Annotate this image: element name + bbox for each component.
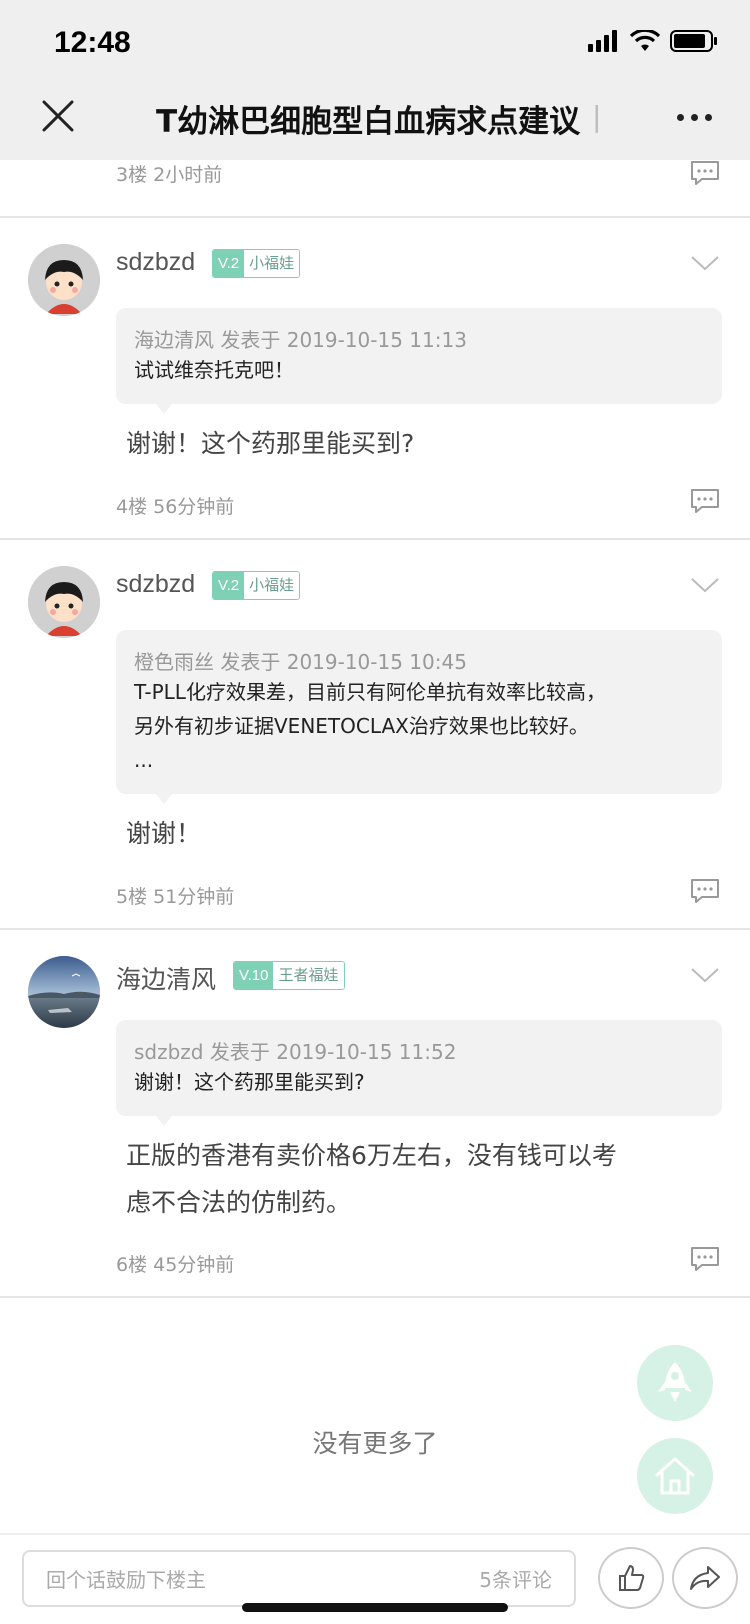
floor-meta: 5楼 51分钟前 bbox=[116, 886, 235, 908]
floor-meta: 6楼 45分钟前 bbox=[116, 1254, 235, 1276]
level-label: V.2 bbox=[213, 250, 245, 277]
avatar[interactable] bbox=[28, 566, 100, 638]
level-badge: V.2 小福娃 bbox=[212, 571, 301, 600]
reply-comment-icon[interactable] bbox=[690, 878, 720, 904]
reply-input-placeholder: 回个话鼓励下楼主 bbox=[46, 1568, 206, 1592]
avatar[interactable] bbox=[28, 244, 100, 316]
title-separator: | bbox=[592, 100, 602, 133]
divider bbox=[0, 1296, 750, 1298]
quote-box: 橙色雨丝 发表于 2019-10-15 10:45 T-PLL化疗效果差，目前只… bbox=[116, 630, 722, 804]
home-indicator bbox=[242, 1603, 508, 1612]
comment-item: 海边清风 V.10 王者福娃 sdzbzd 发表于 2019-10-15 11:… bbox=[0, 930, 750, 1296]
home-button[interactable] bbox=[637, 1438, 713, 1514]
floor-meta: 4楼 56分钟前 bbox=[116, 496, 235, 518]
rank-label: 小福娃 bbox=[244, 572, 300, 599]
reply-comment-icon[interactable] bbox=[690, 488, 720, 514]
status-icons bbox=[588, 30, 718, 52]
page: 12:48 T幼淋巴细胞型白血病求点建议 | 3楼 2小时前 sdzbzd V.… bbox=[0, 0, 750, 1624]
quote-body: T-PLL化疗效果差，目前只有阿伦单抗有效率比较高， 另外有初步证据VENETO… bbox=[134, 680, 606, 772]
comment-list: 3楼 2小时前 sdzbzd V.2 小福娃 海边清风 发表于 2019-10-… bbox=[0, 160, 750, 1298]
thumbs-up-icon bbox=[619, 1565, 645, 1591]
reply-comment-icon[interactable] bbox=[690, 160, 720, 186]
username[interactable]: 海边清风 bbox=[116, 960, 216, 996]
cellular-signal-icon bbox=[588, 30, 617, 52]
top-bar: 12:48 T幼淋巴细胞型白血病求点建议 | bbox=[0, 0, 750, 160]
quote-header: 海边清风 发表于 2019-10-15 11:13 bbox=[134, 328, 467, 352]
reply-text: 谢谢！这个药那里能买到? bbox=[126, 429, 415, 458]
quote-header: 橙色雨丝 发表于 2019-10-15 10:45 bbox=[134, 650, 467, 674]
rank-label: 小福娃 bbox=[244, 250, 300, 277]
battery-icon bbox=[670, 30, 717, 52]
level-label: V.10 bbox=[234, 962, 274, 989]
reply-input[interactable]: 回个话鼓励下楼主 5条评论 bbox=[22, 1550, 576, 1607]
rocket-icon bbox=[658, 1362, 692, 1402]
cartoon-avatar-icon bbox=[28, 244, 100, 316]
level-label: V.2 bbox=[213, 572, 245, 599]
quote-header: sdzbzd 发表于 2019-10-15 11:52 bbox=[134, 1040, 457, 1064]
page-title: T幼淋巴细胞型白血病求点建议 bbox=[156, 104, 581, 140]
chevron-down-icon[interactable] bbox=[690, 966, 720, 984]
cartoon-avatar-icon bbox=[28, 566, 100, 638]
quote-box: sdzbzd 发表于 2019-10-15 11:52 谢谢！这个药那里能买到? bbox=[116, 1020, 722, 1126]
floor-meta: 3楼 2小时前 bbox=[116, 164, 223, 186]
reply-comment-icon[interactable] bbox=[690, 1246, 720, 1272]
end-of-list-text: 没有更多了 bbox=[312, 1429, 438, 1458]
home-icon bbox=[654, 1457, 696, 1495]
more-menu-icon[interactable] bbox=[677, 114, 712, 121]
quote-box: 海边清风 发表于 2019-10-15 11:13 试试维奈托克吧！ bbox=[116, 308, 722, 414]
avatar[interactable] bbox=[28, 956, 100, 1028]
reply-text: 正版的香港有卖价格6万左右，没有钱可以考 虑不合法的仿制药。 bbox=[126, 1141, 617, 1217]
bottom-bar: 回个话鼓励下楼主 5条评论 bbox=[0, 1533, 750, 1624]
like-button[interactable] bbox=[598, 1547, 664, 1609]
reply-text: 谢谢！ bbox=[126, 819, 202, 848]
chevron-down-icon[interactable] bbox=[690, 576, 720, 594]
username[interactable]: sdzbzd bbox=[116, 570, 195, 599]
comment-item: sdzbzd V.2 小福娃 橙色雨丝 发表于 2019-10-15 10:45… bbox=[0, 540, 750, 928]
wifi-icon bbox=[630, 30, 660, 51]
level-badge: V.2 小福娃 bbox=[212, 249, 301, 278]
comment-fragment: 3楼 2小时前 bbox=[0, 160, 750, 216]
share-arrow-icon bbox=[690, 1566, 720, 1590]
status-time: 12:48 bbox=[54, 26, 131, 59]
landscape-avatar-icon bbox=[28, 956, 100, 1028]
share-button[interactable] bbox=[672, 1547, 738, 1609]
level-badge: V.10 王者福娃 bbox=[233, 961, 345, 990]
close-icon[interactable] bbox=[40, 98, 76, 134]
quote-body: 试试维奈托克吧！ bbox=[134, 358, 294, 382]
comment-count[interactable]: 5条评论 bbox=[479, 1564, 552, 1593]
comment-item: sdzbzd V.2 小福娃 海边清风 发表于 2019-10-15 11:13… bbox=[0, 218, 750, 538]
back-to-top-button[interactable] bbox=[637, 1345, 713, 1421]
chevron-down-icon[interactable] bbox=[690, 254, 720, 272]
quote-body: 谢谢！这个药那里能买到? bbox=[134, 1070, 365, 1094]
username[interactable]: sdzbzd bbox=[116, 248, 195, 277]
rank-label: 王者福娃 bbox=[273, 962, 344, 989]
